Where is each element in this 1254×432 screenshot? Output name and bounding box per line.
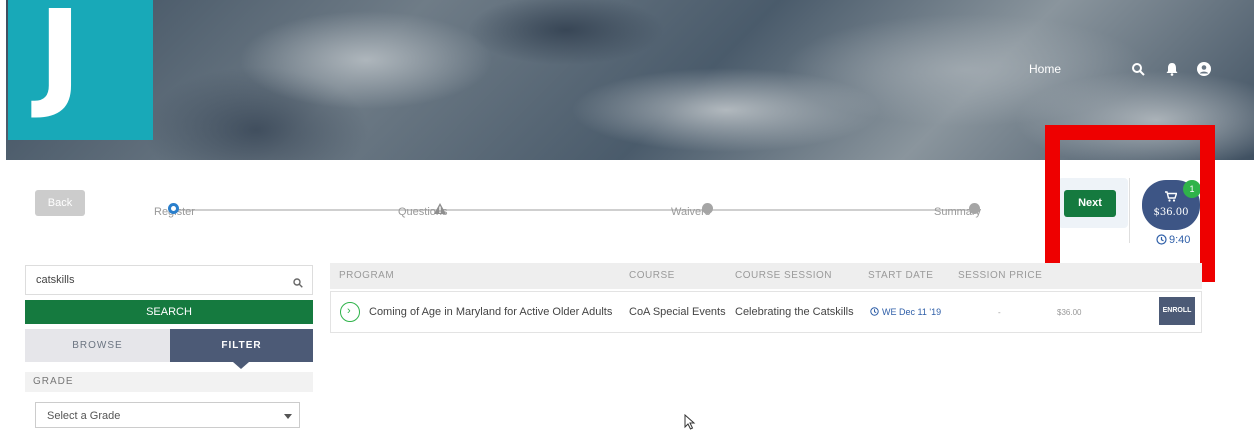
column-header-session-price: SESSION PRICE xyxy=(958,270,1043,281)
search-icon[interactable] xyxy=(293,275,303,293)
search-input[interactable]: catskills xyxy=(25,265,313,295)
table-row: › Coming of Age in Maryland for Active O… xyxy=(330,291,1202,333)
user-icon[interactable] xyxy=(1197,62,1211,76)
warning-triangle-icon xyxy=(434,201,446,219)
site-logo[interactable]: J xyxy=(8,0,153,140)
cell-program: Coming of Age in Maryland for Active Old… xyxy=(369,306,613,318)
cart-divider xyxy=(1129,178,1130,243)
hero-banner xyxy=(6,0,1254,160)
bell-icon[interactable] xyxy=(1165,62,1179,76)
cart-total: $36.00 xyxy=(1153,207,1189,218)
step-progress-line xyxy=(175,209,975,211)
session-timer: 9:40 xyxy=(1156,234,1190,246)
step-waivers-circle-icon xyxy=(702,203,713,214)
column-header-program: PROGRAM xyxy=(339,270,395,281)
mouse-cursor-icon xyxy=(684,413,696,432)
chevron-down-icon xyxy=(284,414,292,419)
cart-count-badge: 1 xyxy=(1183,180,1201,198)
back-button[interactable]: Back xyxy=(35,190,85,216)
grade-select[interactable]: Select a Grade xyxy=(35,402,300,428)
nav-home-link[interactable]: Home xyxy=(1029,62,1061,76)
active-tab-caret xyxy=(233,362,249,369)
grade-select-value: Select a Grade xyxy=(47,410,121,422)
cell-course: CoA Special Events xyxy=(629,306,726,318)
column-header-course-session: COURSE SESSION xyxy=(735,270,833,281)
tab-filter[interactable]: FILTER xyxy=(170,329,313,362)
results-table-header: PROGRAM COURSE COURSE SESSION START DATE… xyxy=(330,263,1202,289)
tab-browse[interactable]: BROWSE xyxy=(25,329,170,362)
logo-letter: J xyxy=(38,0,82,122)
clock-icon xyxy=(1156,234,1167,245)
next-button[interactable]: Next xyxy=(1064,190,1116,217)
grade-filter-label: GRADE xyxy=(25,372,313,392)
cell-session-price: - xyxy=(998,308,1001,317)
enroll-button[interactable]: ENROLL xyxy=(1159,297,1195,325)
search-button[interactable]: SEARCH xyxy=(25,300,313,324)
timer-value: 9:40 xyxy=(1169,234,1191,246)
clock-icon xyxy=(870,307,879,316)
chevron-right-icon: › xyxy=(347,305,351,317)
cell-start-date: WE Dec 11 '19 xyxy=(870,307,941,317)
cell-price: $36.00 xyxy=(1057,308,1082,317)
cart-icon xyxy=(1165,189,1178,207)
step-summary-circle-icon xyxy=(969,203,980,214)
cell-course-session: Celebrating the Catskills xyxy=(735,306,854,318)
search-icon[interactable] xyxy=(1131,62,1145,76)
search-input-value: catskills xyxy=(36,274,75,286)
expand-row-button[interactable]: › xyxy=(340,302,360,322)
column-header-start-date: START DATE xyxy=(868,270,934,281)
column-header-course: COURSE xyxy=(629,270,675,281)
step-register-circle-icon xyxy=(168,203,179,214)
start-date-value: WE Dec 11 '19 xyxy=(882,307,942,317)
